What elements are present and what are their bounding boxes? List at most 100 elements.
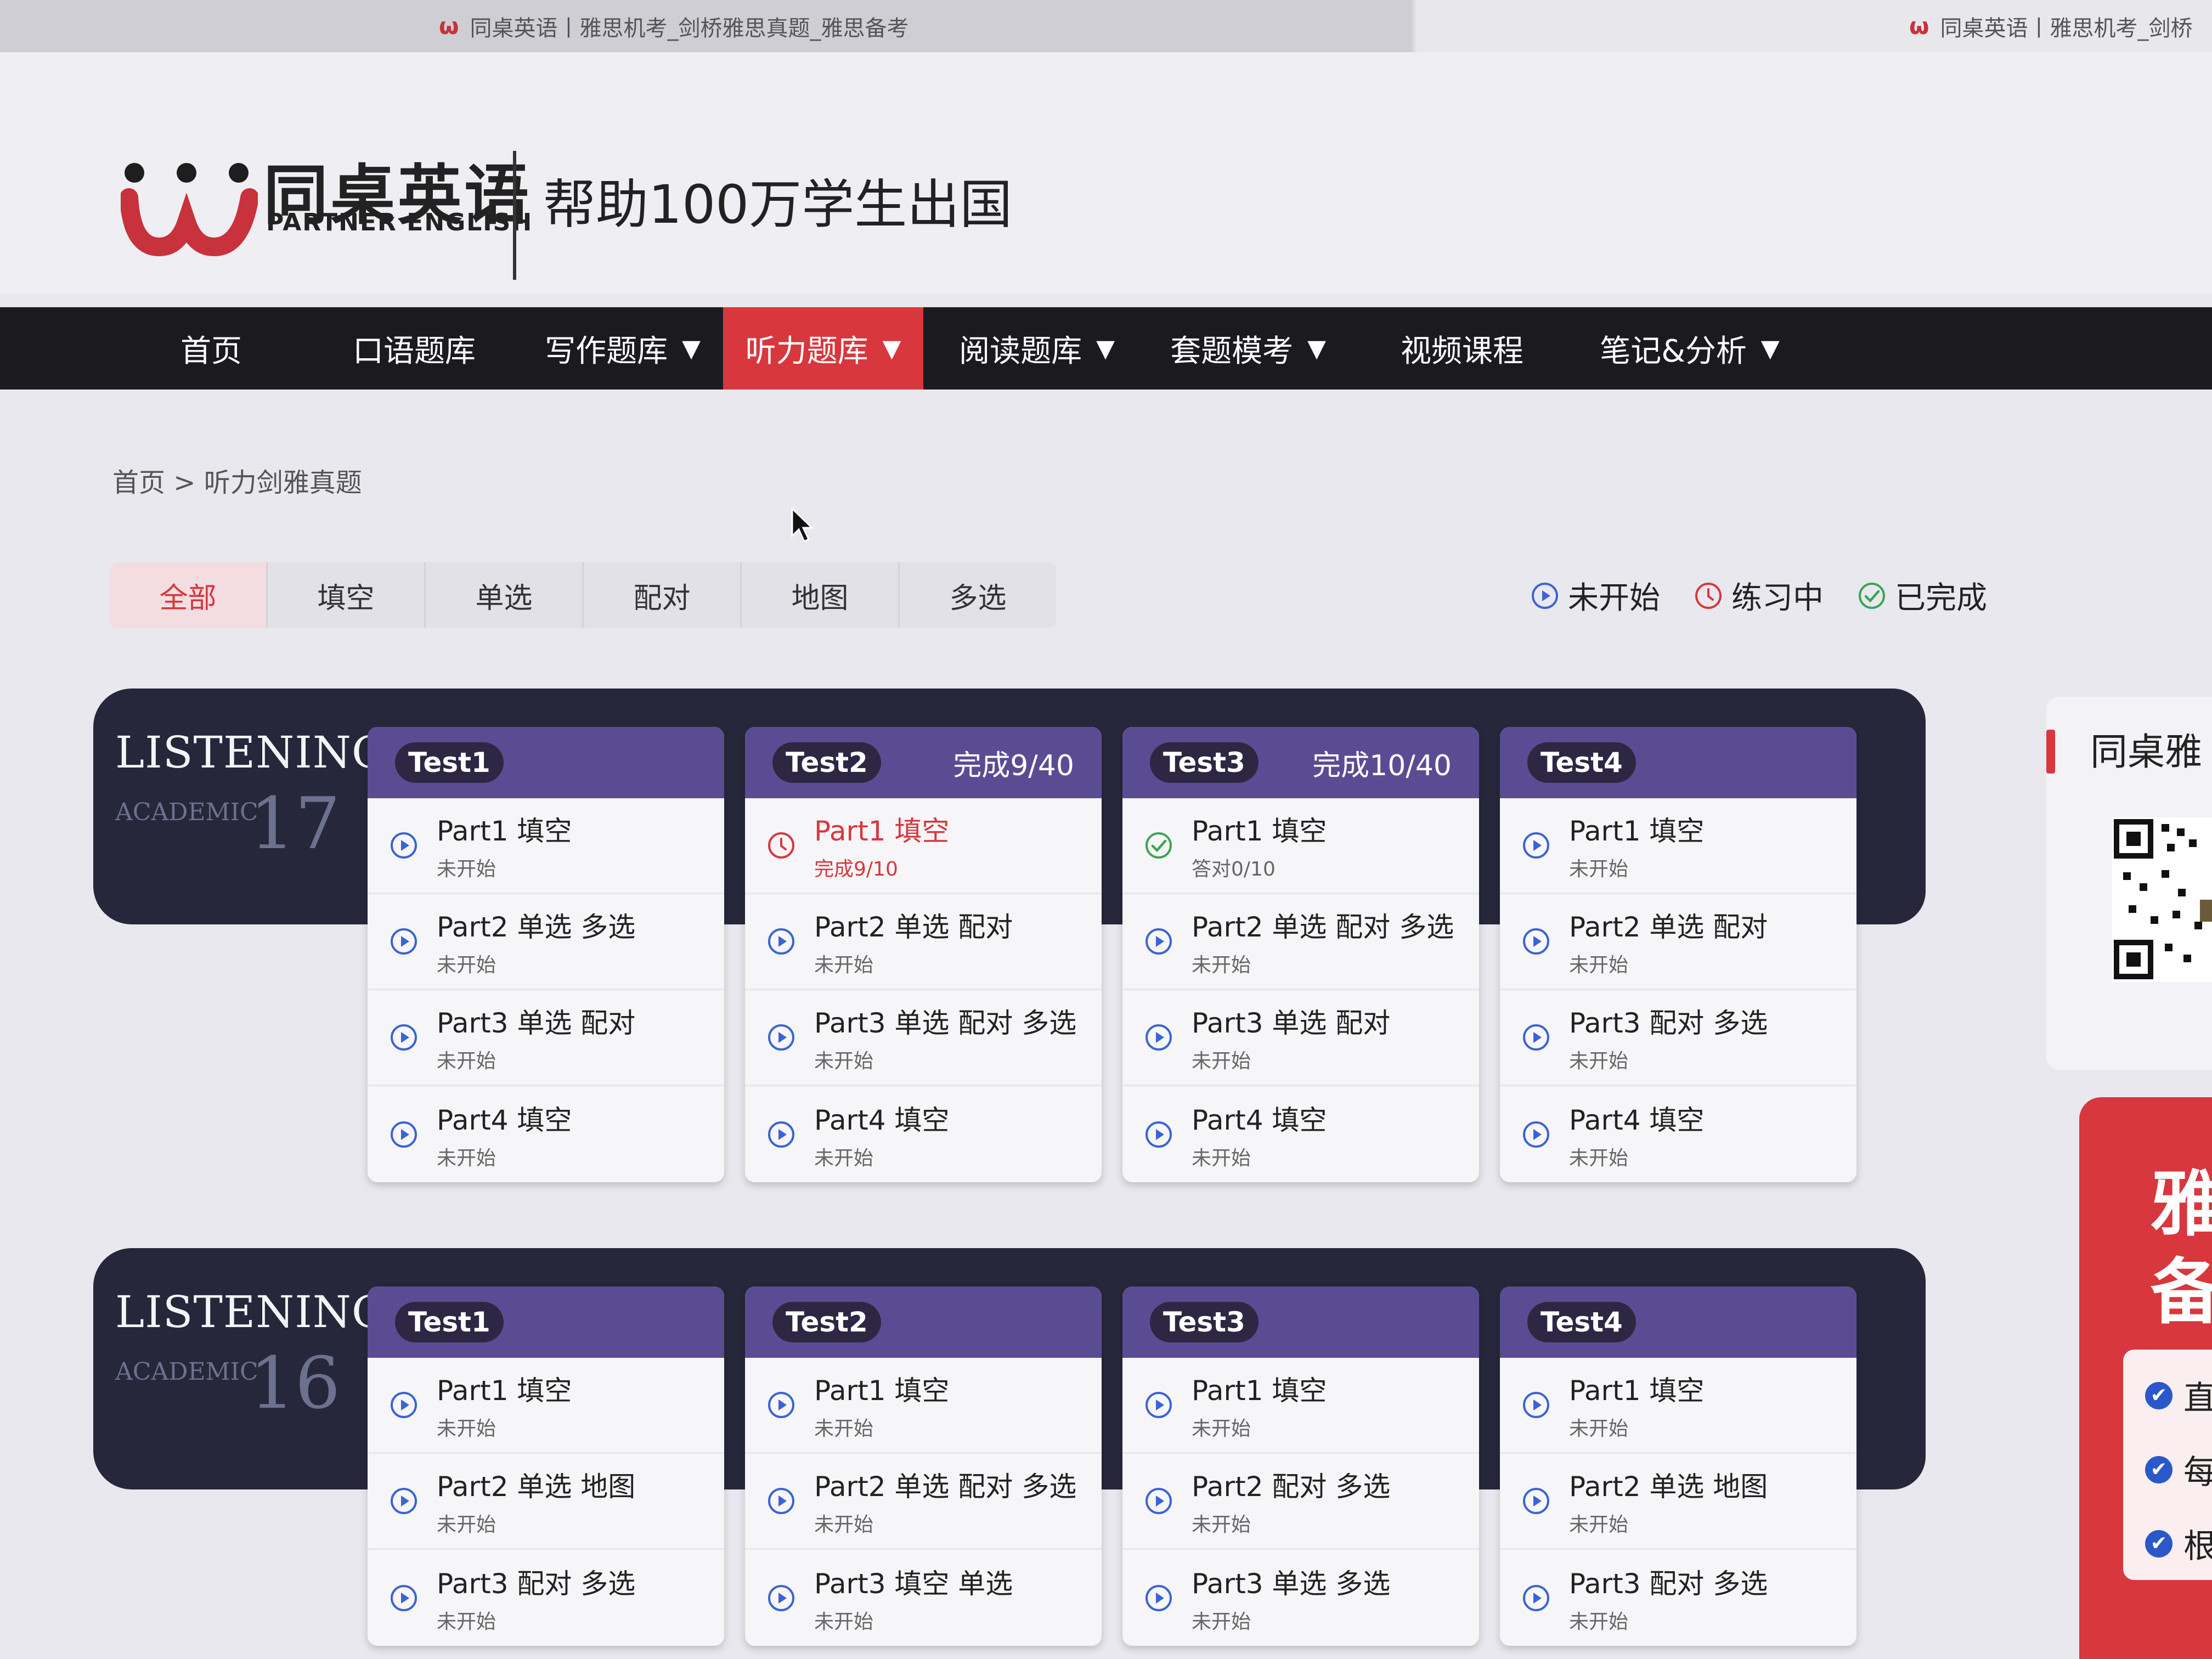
part-text: Part1 填空 未开始 (437, 809, 572, 882)
test-name[interactable]: Test1 (395, 1302, 504, 1342)
check-icon: ✔ (2145, 1455, 2172, 1483)
mouse-cursor-icon (791, 507, 814, 543)
part-item[interactable]: Part4 填空 未开始 (745, 1086, 1102, 1182)
part-item[interactable]: Part1 填空 未开始 (1500, 798, 1857, 894)
filter-multiple-choice[interactable]: 多选 (900, 562, 1056, 628)
part-item[interactable]: Part1 填空 答对0/10 (1122, 798, 1479, 894)
part-text: Part1 填空 未开始 (437, 1369, 572, 1441)
nav-item-mock-test[interactable]: 套题模考 ▼ (1155, 307, 1341, 390)
sidebar-promo-banner[interactable]: 雅 备 ✔ 直 ✔ 每 ✔ 根 (2079, 1097, 2212, 1659)
part-item[interactable]: Part2 单选 配对 多选 未开始 (745, 1454, 1102, 1550)
nav-item-video-courses[interactable]: 视频课程 (1383, 307, 1542, 390)
part-item[interactable]: Part2 单选 地图 未开始 (368, 1454, 724, 1550)
part-item[interactable]: Part2 单选 地图 未开始 (1500, 1454, 1857, 1550)
test-name[interactable]: Test3 (1150, 1302, 1259, 1342)
part-item[interactable]: Part3 单选 配对 未开始 (1122, 990, 1479, 1086)
sidebar-title: 同桌雅 (2090, 731, 2203, 774)
part-title: Part1 填空 (1569, 1375, 1705, 1407)
nav-label: 套题模考 (1170, 333, 1294, 369)
play-circle-icon (767, 1391, 795, 1419)
play-circle-icon (1522, 1391, 1550, 1419)
clock-icon (767, 831, 795, 860)
part-text: Part2 单选 配对 多选 未开始 (1192, 905, 1454, 978)
part-item[interactable]: Part2 配对 多选 未开始 (1122, 1454, 1479, 1550)
part-item[interactable]: Part3 单选 多选 未开始 (1122, 1550, 1479, 1646)
chevron-down-icon: ▼ (1760, 334, 1780, 363)
part-item[interactable]: Part3 填空 单选 未开始 (745, 1550, 1102, 1646)
tab-title: 同桌英语丨雅思机考_剑桥 (1940, 15, 2193, 41)
part-item[interactable]: Part3 配对 多选 未开始 (368, 1550, 724, 1646)
filter-fill-blank[interactable]: 填空 (268, 562, 426, 628)
nav-item-listening[interactable]: 听力题库 ▼ (723, 307, 923, 390)
book-label: LISTENING ACADEMIC 17 (115, 727, 387, 865)
test-name[interactable]: Test3 (1150, 742, 1259, 783)
filter-single-choice[interactable]: 单选 (426, 562, 584, 628)
play-circle-icon (390, 1023, 418, 1052)
partner-english-logo-icon[interactable] (121, 151, 258, 283)
play-circle-icon (1522, 1584, 1550, 1612)
nav-item-writing[interactable]: 写作题库 ▼ (529, 307, 716, 390)
part-item[interactable]: Part1 填空 未开始 (1122, 1358, 1479, 1454)
nav-item-notes-analysis[interactable]: 笔记&分析 ▼ (1580, 307, 1799, 390)
part-item[interactable]: Part3 单选 配对 多选 未开始 (745, 990, 1102, 1086)
part-item[interactable]: Part4 填空 未开始 (368, 1086, 724, 1182)
part-item[interactable]: Part2 单选 配对 未开始 (745, 894, 1102, 990)
part-text: Part3 单选 配对 多选 未开始 (814, 1001, 1076, 1074)
part-item[interactable]: Part2 单选 配对 多选 未开始 (1122, 894, 1479, 990)
play-circle-icon (390, 1584, 418, 1612)
part-text: Part3 配对 多选 未开始 (437, 1562, 635, 1634)
part-text: Part1 填空 答对0/10 (1192, 809, 1327, 882)
test-list: Test1 Part1 填空 未开始 (368, 727, 1857, 1182)
play-circle-icon (1522, 1120, 1550, 1149)
part-item[interactable]: Part2 单选 配对 未开始 (1500, 894, 1857, 990)
part-item[interactable]: Part3 配对 多选 未开始 (1500, 1550, 1857, 1646)
part-item[interactable]: Part1 填空 未开始 (368, 798, 724, 894)
part-text: Part1 填空 完成9/10 (814, 809, 949, 882)
filter-map[interactable]: 地图 (742, 562, 900, 628)
part-text: Part4 填空 未开始 (437, 1098, 572, 1171)
part-title: Part1 填空 (1192, 815, 1327, 847)
nav-item-home[interactable]: 首页 (143, 307, 280, 390)
browser-tab-active[interactable]: ω 同桌英语丨雅思机考_剑桥雅思真题_雅思备考 (0, 0, 1413, 52)
part-title: Part1 填空 (437, 1375, 572, 1407)
test-name[interactable]: Test2 (772, 742, 881, 783)
part-item[interactable]: Part1 填空 完成9/10 (745, 798, 1102, 894)
part-item[interactable]: Part3 单选 配对 未开始 (368, 990, 724, 1086)
part-item[interactable]: Part1 填空 未开始 (368, 1358, 724, 1454)
part-status: 未开始 (814, 1418, 874, 1440)
part-item[interactable]: Part1 填空 未开始 (1500, 1358, 1857, 1454)
part-status: 未开始 (814, 1514, 874, 1536)
breadcrumb[interactable]: 首页 > 听力剑雅真题 (112, 461, 362, 499)
legend-not-started: 未开始 (1568, 580, 1660, 616)
filter-all[interactable]: 全部 (110, 562, 268, 628)
part-status: 未开始 (437, 1147, 496, 1170)
part-status: 未开始 (1192, 954, 1251, 977)
sidebar-qr-card: 同桌雅 (2046, 697, 2212, 1070)
test-name[interactable]: Test1 (395, 742, 504, 783)
test-name[interactable]: Test2 (772, 1302, 881, 1342)
part-item[interactable]: Part4 填空 未开始 (1500, 1086, 1857, 1182)
test-card: Test3 Part1 填空 未开始 Part2 配对 多选 未开始 Part3… (1122, 1286, 1479, 1646)
part-item[interactable]: Part2 单选 多选 未开始 (368, 894, 724, 990)
part-text: Part3 填空 单选 未开始 (814, 1562, 1013, 1634)
test-card: Test3 完成10/40 Part1 填空 答对0/10 Part2 单选 配… (1122, 727, 1479, 1182)
part-title: Part2 配对 多选 (1192, 1471, 1391, 1503)
browser-tab-other[interactable]: ω 同桌英语丨雅思机考_剑桥 (1415, 0, 2212, 52)
part-item[interactable]: Part1 填空 未开始 (745, 1358, 1102, 1454)
part-title: Part3 配对 多选 (437, 1567, 636, 1600)
nav-item-speaking[interactable]: 口语题库 (335, 307, 494, 390)
part-status: 答对0/10 (1192, 858, 1276, 881)
play-circle-icon (390, 927, 418, 956)
part-title: Part2 单选 配对 多选 (814, 1471, 1077, 1503)
test-card-header: Test3 (1122, 1286, 1479, 1358)
test-name[interactable]: Test4 (1527, 742, 1636, 783)
nav-label: 阅读题库 (959, 333, 1082, 369)
part-item[interactable]: Part4 填空 未开始 (1122, 1086, 1479, 1182)
nav-item-reading[interactable]: 阅读题库 ▼ (944, 307, 1130, 390)
nav-label: 听力题库 (745, 333, 868, 369)
check-icon: ✔ (2145, 1530, 2172, 1558)
test-progress: 完成9/40 (953, 749, 1074, 782)
filter-matching[interactable]: 配对 (584, 562, 742, 628)
part-item[interactable]: Part3 配对 多选 未开始 (1500, 990, 1857, 1086)
test-name[interactable]: Test4 (1527, 1302, 1636, 1342)
